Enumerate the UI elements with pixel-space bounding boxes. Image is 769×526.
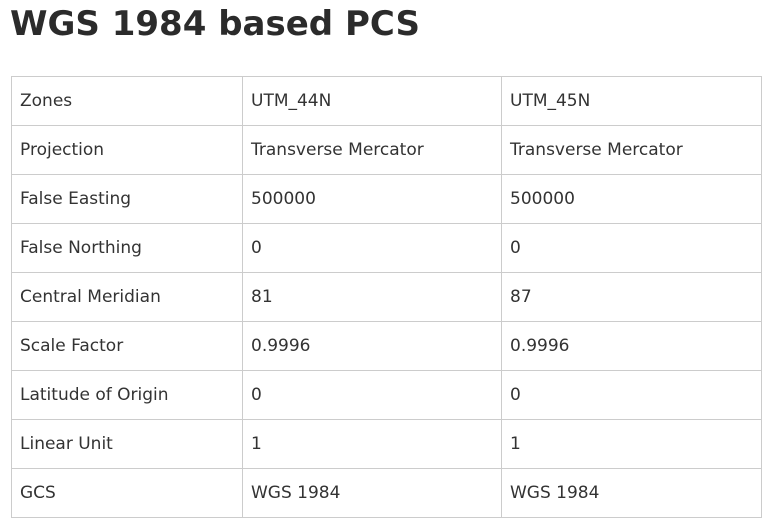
- row-label: Scale Factor: [11, 321, 243, 371]
- pcs-parameters-table: Zones UTM_44N UTM_45N Projection Transve…: [11, 76, 762, 518]
- zone-45n-value: 0: [501, 223, 762, 273]
- row-label: Projection: [11, 125, 243, 175]
- zone-44n-value: 500000: [242, 174, 502, 224]
- zone-45n-value: 87: [501, 272, 762, 322]
- zone-45n-value: 1: [501, 419, 762, 469]
- zone-44n-value: 81: [242, 272, 502, 322]
- zone-44n-value: Transverse Mercator: [242, 125, 502, 175]
- table-row-latitude-of-origin: Latitude of Origin 0 0: [11, 370, 762, 420]
- row-label: Central Meridian: [11, 272, 243, 322]
- row-label: Zones: [11, 76, 243, 126]
- page-title: WGS 1984 based PCS: [10, 4, 420, 44]
- table-row-projection: Projection Transverse Mercator Transvers…: [11, 125, 762, 175]
- table-row-false-northing: False Northing 0 0: [11, 223, 762, 273]
- zone-44n-value: 1: [242, 419, 502, 469]
- row-label: False Northing: [11, 223, 243, 273]
- table-row-gcs: GCS WGS 1984 WGS 1984: [11, 468, 762, 518]
- zone-45n-value: Transverse Mercator: [501, 125, 762, 175]
- zone-45n-value: 0: [501, 370, 762, 420]
- table-row-linear-unit: Linear Unit 1 1: [11, 419, 762, 469]
- table-row-central-meridian: Central Meridian 81 87: [11, 272, 762, 322]
- table-row-zones: Zones UTM_44N UTM_45N: [11, 76, 762, 126]
- zone-45n-value: 500000: [501, 174, 762, 224]
- row-label: False Easting: [11, 174, 243, 224]
- zone-45n-value: 0.9996: [501, 321, 762, 371]
- row-label: Linear Unit: [11, 419, 243, 469]
- zone-45n-value: UTM_45N: [501, 76, 762, 126]
- zone-45n-value: WGS 1984: [501, 468, 762, 518]
- zone-44n-value: 0: [242, 370, 502, 420]
- zone-44n-value: 0.9996: [242, 321, 502, 371]
- row-label: GCS: [11, 468, 243, 518]
- table-row-scale-factor: Scale Factor 0.9996 0.9996: [11, 321, 762, 371]
- table-row-false-easting: False Easting 500000 500000: [11, 174, 762, 224]
- row-label: Latitude of Origin: [11, 370, 243, 420]
- zone-44n-value: WGS 1984: [242, 468, 502, 518]
- zone-44n-value: UTM_44N: [242, 76, 502, 126]
- zone-44n-value: 0: [242, 223, 502, 273]
